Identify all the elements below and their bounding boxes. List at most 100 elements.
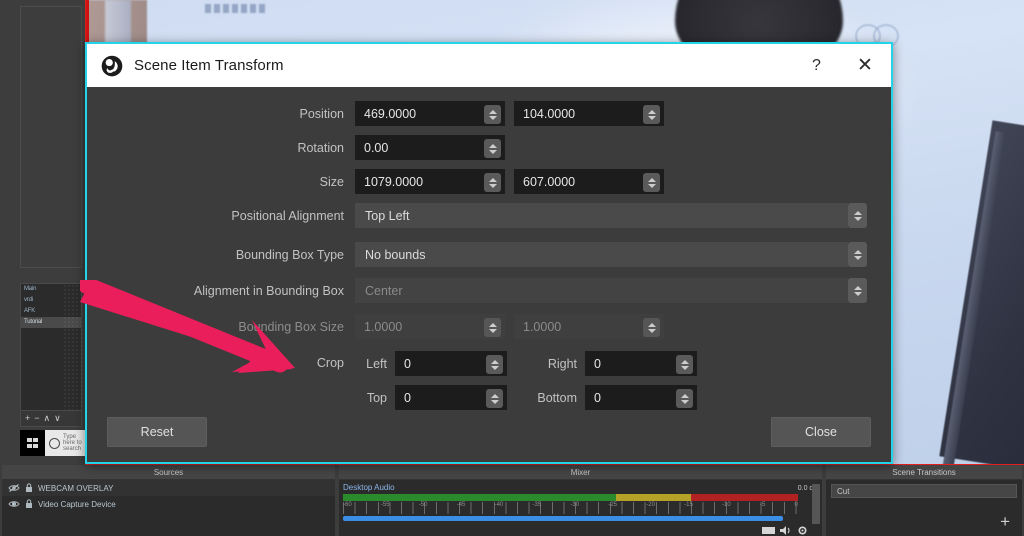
crop-right-stepper[interactable] bbox=[676, 355, 693, 374]
meter-tick: -60 bbox=[343, 502, 352, 508]
chevron-down-icon[interactable] bbox=[680, 365, 689, 370]
chevron-up-icon[interactable] bbox=[647, 109, 656, 114]
mixer-channel-name: Desktop Audio bbox=[343, 483, 395, 492]
bounding-box-type-value: No bounds bbox=[365, 247, 426, 262]
mixer-channel-header: Desktop Audio 0.0 dB bbox=[343, 483, 818, 492]
add-transition-button[interactable]: + bbox=[1000, 513, 1010, 530]
close-button[interactable]: Close bbox=[771, 417, 871, 447]
chevron-up-icon[interactable] bbox=[680, 359, 689, 364]
chevron-up-icon[interactable] bbox=[647, 177, 656, 182]
chevron-up-icon bbox=[647, 322, 656, 327]
eye-hidden-icon[interactable] bbox=[8, 483, 20, 493]
rotation-input[interactable]: 0.00 bbox=[355, 135, 505, 160]
positional-alignment-value: Top Left bbox=[365, 208, 410, 223]
bounding-box-width-stepper bbox=[484, 318, 501, 337]
bounding-box-type-select[interactable]: No bounds bbox=[355, 242, 867, 267]
chevron-down-icon[interactable] bbox=[647, 183, 656, 188]
positional-alignment-stepper[interactable] bbox=[848, 203, 867, 228]
mixer-scrollbar[interactable] bbox=[812, 484, 820, 524]
chevron-down-icon[interactable] bbox=[488, 115, 497, 120]
dialog-titlebar[interactable]: Scene Item Transform ? ✕ bbox=[87, 44, 891, 87]
transition-select[interactable]: Cut bbox=[831, 484, 1017, 498]
source-list-item[interactable]: Video Capture Device bbox=[2, 496, 335, 512]
crop-left-stepper[interactable] bbox=[486, 355, 503, 374]
meter-tick-scale: -60 -55 -50 -45 -40 -35 -30 -25 -20 -15 … bbox=[343, 502, 798, 514]
crop-left-label: Left bbox=[366, 356, 387, 371]
close-icon[interactable]: ✕ bbox=[839, 44, 891, 87]
chevron-up-icon[interactable] bbox=[490, 359, 499, 364]
screen: Main vrdi AFK Tutorial + − ∧ ∨ Type here… bbox=[0, 0, 1024, 536]
size-height-stepper[interactable] bbox=[643, 173, 660, 192]
help-button[interactable]: ? bbox=[794, 44, 839, 87]
source-name: WEBCAM OVERLAY bbox=[38, 483, 114, 493]
mixer-dock-body: Desktop Audio 0.0 dB -60 -55 -50 -45 -40… bbox=[339, 480, 822, 536]
remove-scene-button[interactable]: − bbox=[34, 414, 39, 423]
scene-item[interactable]: Main bbox=[21, 284, 81, 295]
chevron-down-icon[interactable] bbox=[647, 115, 656, 120]
filters-icon[interactable] bbox=[762, 526, 775, 535]
size-width-stepper[interactable] bbox=[484, 173, 501, 192]
add-scene-button[interactable]: + bbox=[25, 414, 30, 423]
whiteboard-writing bbox=[205, 4, 265, 13]
chevron-down-icon[interactable] bbox=[853, 255, 862, 260]
chevron-up-icon[interactable] bbox=[488, 109, 497, 114]
crop-left-value: 0 bbox=[404, 356, 411, 371]
chevron-up-icon[interactable] bbox=[853, 210, 862, 215]
chevron-down-icon bbox=[647, 328, 656, 333]
lock-icon[interactable] bbox=[25, 499, 33, 509]
size-width-input[interactable]: 1079.0000 bbox=[355, 169, 505, 194]
dialog-body: Position 469.0000 104.0000 Rotation 0.00… bbox=[87, 87, 891, 464]
windows-taskbar: Type here to search bbox=[20, 430, 85, 456]
crop-line-top: Left 0 Right 0 bbox=[355, 351, 697, 376]
move-scene-up-button[interactable]: ∧ bbox=[44, 414, 51, 423]
bounding-box-height-input: 1.0000 bbox=[514, 314, 664, 339]
alignment-in-bounding-box-label: Alignment in Bounding Box bbox=[193, 283, 344, 298]
reset-button[interactable]: Reset bbox=[107, 417, 207, 447]
taskbar-search-placeholder: Type here to search bbox=[63, 434, 82, 452]
scene-item[interactable]: AFK bbox=[21, 306, 81, 317]
alignment-in-bounding-box-value: Center bbox=[365, 283, 403, 298]
chevron-up-icon[interactable] bbox=[488, 177, 497, 182]
position-y-stepper[interactable] bbox=[643, 105, 660, 124]
crop-label: Crop bbox=[316, 356, 344, 370]
source-list-item[interactable]: WEBCAM OVERLAY bbox=[2, 480, 335, 496]
gear-icon[interactable] bbox=[797, 525, 808, 536]
scene-item-selected[interactable]: Tutorial bbox=[21, 317, 81, 328]
audio-level-meter bbox=[343, 494, 798, 501]
positional-alignment-select[interactable]: Top Left bbox=[355, 203, 867, 228]
position-y-input[interactable]: 104.0000 bbox=[514, 101, 664, 126]
crop-right-input[interactable]: 0 bbox=[585, 351, 697, 376]
chevron-up-icon[interactable] bbox=[680, 393, 689, 398]
bounding-box-width-input: 1.0000 bbox=[355, 314, 505, 339]
move-scene-down-button[interactable]: ∨ bbox=[54, 414, 61, 423]
eye-visible-icon[interactable] bbox=[8, 499, 20, 509]
crop-left-input[interactable]: 0 bbox=[395, 351, 507, 376]
chevron-up-icon[interactable] bbox=[853, 249, 862, 254]
scene-item[interactable]: vrdi bbox=[21, 295, 81, 306]
lock-icon[interactable] bbox=[25, 483, 33, 493]
chevron-down-icon[interactable] bbox=[488, 149, 497, 154]
rotation-stepper[interactable] bbox=[484, 139, 501, 158]
speaker-icon[interactable] bbox=[780, 525, 792, 536]
sources-dock-title: Sources bbox=[2, 465, 335, 480]
chevron-up-icon[interactable] bbox=[490, 393, 499, 398]
chevron-up-icon[interactable] bbox=[488, 143, 497, 148]
start-button[interactable] bbox=[20, 430, 45, 456]
alignment-in-bounding-box-select: Center bbox=[355, 278, 867, 303]
bounding-box-type-stepper[interactable] bbox=[848, 242, 867, 267]
size-height-value: 607.0000 bbox=[523, 174, 576, 189]
size-height-input[interactable]: 607.0000 bbox=[514, 169, 664, 194]
rotation-value: 0.00 bbox=[364, 140, 389, 155]
chevron-down-icon[interactable] bbox=[488, 183, 497, 188]
volume-slider[interactable] bbox=[343, 516, 783, 521]
position-x-stepper[interactable] bbox=[484, 105, 501, 124]
transitions-dock-body: Cut + bbox=[826, 480, 1022, 536]
chevron-down-icon[interactable] bbox=[853, 216, 862, 221]
bounding-box-height-value: 1.0000 bbox=[523, 319, 562, 334]
meter-tick: -10 bbox=[722, 502, 731, 508]
chevron-down-icon[interactable] bbox=[490, 365, 499, 370]
meter-tick: 0 bbox=[794, 502, 798, 508]
taskbar-search-input[interactable]: Type here to search bbox=[45, 430, 85, 456]
position-x-input[interactable]: 469.0000 bbox=[355, 101, 505, 126]
scenes-list[interactable]: Main vrdi AFK Tutorial bbox=[20, 283, 82, 411]
